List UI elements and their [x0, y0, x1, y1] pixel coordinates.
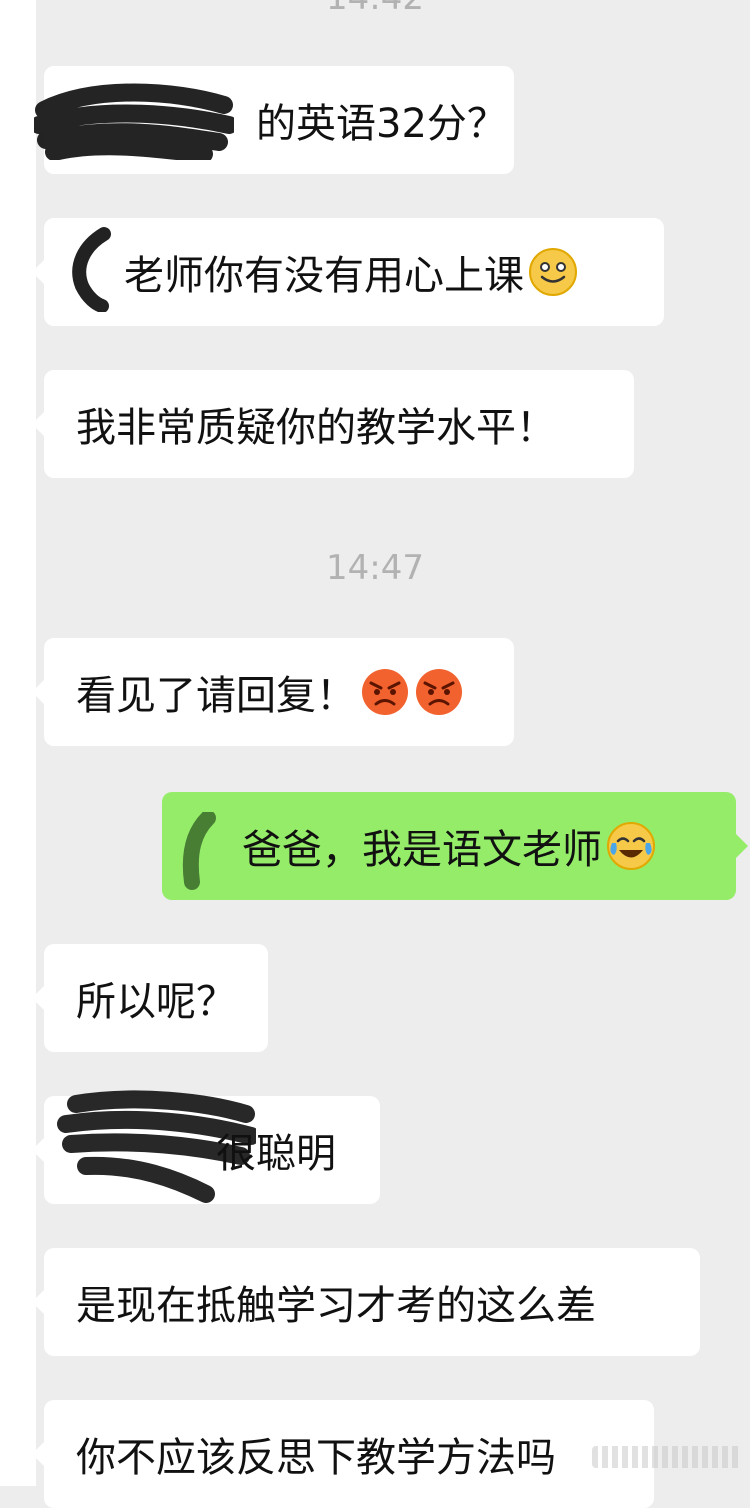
message-bubble-5-sent[interactable]: 爸爸，我是语文老师	[162, 792, 748, 900]
angry-face-emoji-icon	[416, 669, 462, 715]
message-bubble-7[interactable]: 很聪明	[32, 1096, 380, 1204]
message-text: 所以呢？	[76, 979, 236, 1025]
angry-face-emoji-icon	[362, 669, 408, 715]
message-bubble-9[interactable]: 你不应该反思下教学方法吗	[32, 1400, 654, 1508]
left-edge	[0, 0, 36, 1486]
message-text: 爸爸，我是语文老师	[242, 827, 602, 873]
message-bubble-4[interactable]: 看见了请回复！	[32, 638, 514, 746]
timestamp-top: 14:42	[0, 0, 750, 18]
message-text: 看见了请回复！	[76, 673, 356, 719]
timestamp-middle: 14:47	[326, 548, 424, 588]
message-text: 的英语32分？	[256, 101, 507, 147]
message-bubble-1[interactable]: 的英语32分？	[32, 66, 514, 174]
message-text: 你不应该反思下教学方法吗	[76, 1435, 556, 1481]
message-bubble-6[interactable]: 所以呢？	[32, 944, 268, 1052]
watermark	[592, 1446, 742, 1468]
crying-laughing-emoji-icon	[607, 822, 655, 870]
message-text: 很聪明	[216, 1131, 336, 1177]
message-bubble-2[interactable]: 老师你有没有用心上课	[32, 218, 664, 326]
message-text: 是现在抵触学习才考的这么差	[76, 1283, 596, 1329]
message-text: 我非常质疑你的教学水平！	[76, 405, 556, 451]
message-bubble-3[interactable]: 我非常质疑你的教学水平！	[32, 370, 634, 478]
message-text: 老师你有没有用心上课	[124, 253, 524, 299]
message-bubble-8[interactable]: 是现在抵触学习才考的这么差	[32, 1248, 700, 1356]
smile-emoji-icon	[529, 248, 577, 296]
